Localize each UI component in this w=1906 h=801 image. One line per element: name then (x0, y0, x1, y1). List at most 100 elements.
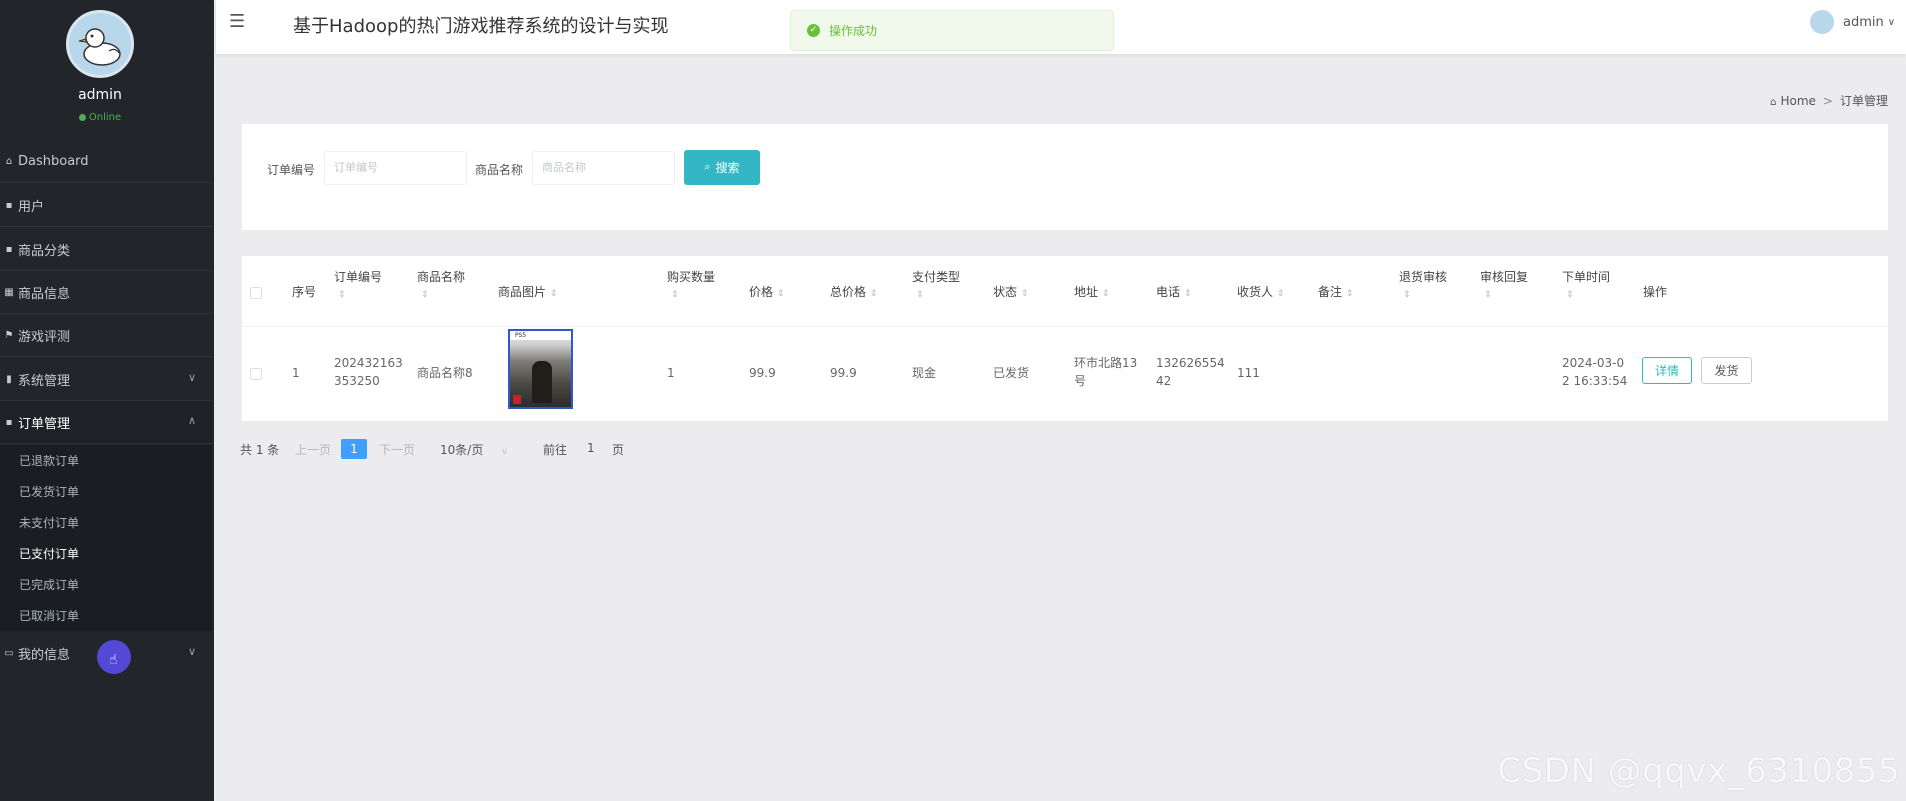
col-qty[interactable]: 购买数量 ⇕ (667, 268, 715, 304)
sidebar-sub-completed[interactable]: 已完成订单 (0, 569, 212, 600)
home-icon: ⌂ (1770, 97, 1777, 108)
success-toast: ✓ 操作成功 (790, 10, 1114, 51)
col-phone[interactable]: 电话 ⇕ (1156, 283, 1191, 303)
row-checkbox[interactable] (250, 368, 262, 380)
sort-icon: ⇕ (1276, 289, 1285, 299)
cell-status: 已发货 (993, 366, 1030, 380)
sidebar-item-products[interactable]: ▦ 商品信息 (0, 271, 212, 314)
col-audit-reply[interactable]: 审核回复 ⇕ (1480, 268, 1528, 304)
detail-button[interactable]: 详情 (1642, 357, 1692, 384)
sort-icon: ⇕ (549, 289, 558, 299)
cell-receiver: 111 (1237, 366, 1260, 380)
home-icon: ⌂ (5, 155, 13, 167)
check-circle-icon: ✓ (807, 24, 820, 37)
sort-icon: ⇕ (916, 290, 924, 300)
sidebar-username: admin (78, 87, 122, 103)
breadcrumb-home[interactable]: Home (1780, 94, 1815, 108)
sidebar-item-system[interactable]: ▮ 系统管理 ∨ (0, 358, 212, 401)
product-name-label: 商品名称 (475, 163, 524, 177)
app-title: 基于Hadoop的热门游戏推荐系统的设计与实现 (293, 16, 669, 37)
table-icon: ▦ (4, 286, 14, 298)
col-total[interactable]: 总价格 ⇕ (830, 283, 877, 303)
sort-icon: ⇕ (338, 290, 346, 300)
sort-icon: ⇕ (671, 290, 679, 300)
sort-icon: ⇕ (1020, 289, 1029, 299)
col-product-image[interactable]: 商品图片 ⇕ (498, 283, 557, 303)
select-all-checkbox[interactable] (250, 287, 262, 299)
sort-icon: ⇕ (1183, 289, 1192, 299)
user-avatar (1810, 10, 1834, 34)
rating-badge-icon (513, 395, 521, 404)
product-name-input[interactable] (532, 151, 675, 185)
online-dot-icon (78, 113, 86, 121)
orders-table: 序号 订单编号 ⇕ 商品名称 ⇕ 商品图片 ⇕ 购买数量 ⇕ 价格 ⇕ 总价格 ⇕ 支… (242, 256, 1888, 421)
top-header: ☰ 基于Hadoop的热门游戏推荐系统的设计与实现 ✓ 操作成功 admin ∨ (216, 0, 1906, 54)
grid-icon: ▪ (5, 243, 13, 255)
col-order-no[interactable]: 订单编号 ⇕ (334, 268, 382, 304)
prev-page-button[interactable]: 上一页 (295, 441, 331, 458)
cell-order-time: 2024-03-0 2 16:33:54 (1562, 356, 1628, 388)
sort-icon: ⇕ (1403, 290, 1411, 300)
sidebar-sub-refunded[interactable]: 已退款订单 (0, 445, 212, 476)
sidebar-item-dashboard[interactable]: ⌂ Dashboard (0, 140, 212, 183)
sort-icon: ⇕ (1566, 290, 1574, 300)
sidebar-sub-unpaid[interactable]: 未支付订单 (0, 507, 212, 538)
cell-qty: 1 (667, 366, 675, 380)
col-order-time[interactable]: 下单时间 ⇕ (1562, 268, 1610, 304)
sort-icon: ⇕ (776, 289, 785, 299)
order-no-input[interactable] (324, 151, 467, 185)
goto-page-input[interactable]: 1 (587, 441, 595, 455)
cell-order-no: 202432163 353250 (334, 356, 403, 388)
sidebar-item-reviews[interactable]: ⚑ 游戏评测 (0, 314, 212, 357)
col-price[interactable]: 价格 ⇕ (749, 283, 784, 303)
col-product-name[interactable]: 商品名称 ⇕ (417, 268, 465, 304)
sidebar-item-orders[interactable]: ▪ 订单管理 ∧ (0, 401, 212, 444)
cell-index: 1 (292, 366, 300, 380)
cell-pay-type: 现金 (912, 366, 937, 380)
menu-toggle-icon[interactable]: ☰ (229, 12, 249, 32)
next-page-button[interactable]: 下一页 (379, 441, 415, 458)
watermark: CSDN @qqvx_6310855 (1497, 751, 1900, 791)
col-receiver[interactable]: 收货人 ⇕ (1237, 283, 1284, 303)
col-remark[interactable]: 备注 ⇕ (1318, 283, 1353, 303)
chevron-down-icon: ∨ (1887, 16, 1896, 28)
cell-total: 99.9 (830, 366, 857, 380)
col-status[interactable]: 状态 ⇕ (993, 283, 1028, 303)
cursor-pointer-icon (97, 640, 131, 674)
ps5-badge: PS5 (510, 331, 571, 340)
chevron-down-icon: ∨ (187, 371, 196, 384)
sort-icon: ⇕ (869, 289, 878, 299)
breadcrumb-current: 订单管理 (1839, 94, 1888, 108)
flag-icon: ⚑ (4, 329, 14, 341)
sort-icon: ⇕ (421, 290, 429, 300)
sidebar-sub-shipped[interactable]: 已发货订单 (0, 476, 212, 507)
pagination-total: 共 1 条 (240, 443, 280, 457)
product-image[interactable]: PS5 (508, 329, 573, 409)
duck-avatar-icon (78, 28, 121, 66)
user-menu[interactable]: admin ∨ (1810, 10, 1906, 34)
goto-label: 前往 (543, 443, 568, 457)
cell-address: 环市北路13 号 (1074, 356, 1138, 388)
sort-icon: ⇕ (1484, 290, 1492, 300)
search-button[interactable]: ⌕ 搜索 (684, 150, 760, 185)
col-refund-audit[interactable]: 退货审核 ⇕ (1399, 268, 1447, 304)
online-status: Online (0, 112, 200, 123)
sort-icon: ⇕ (1345, 289, 1354, 299)
ship-button[interactable]: 发货 (1701, 357, 1752, 384)
col-address[interactable]: 地址 ⇕ (1074, 283, 1109, 303)
sidebar-sub-cancelled[interactable]: 已取消订单 (0, 600, 212, 631)
cell-product-name: 商品名称8 (417, 366, 473, 380)
search-icon: ⌕ (704, 161, 711, 173)
page-1-button[interactable]: 1 (341, 439, 367, 459)
grid-icon: ▪ (5, 416, 13, 428)
bar-chart-icon: ▮ (6, 373, 12, 385)
col-pay-type[interactable]: 支付类型 ⇕ (912, 268, 960, 304)
page-size-select[interactable]: 10条/页 ∨ (440, 441, 508, 458)
card-icon: ▭ (4, 648, 14, 659)
cell-phone: 132626554 42 (1156, 356, 1225, 388)
sort-icon: ⇕ (1101, 289, 1110, 299)
cell-price: 99.9 (749, 366, 776, 380)
sidebar-item-category[interactable]: ▪ 商品分类 (0, 228, 212, 271)
sidebar-sub-paid[interactable]: 已支付订单 (0, 538, 212, 569)
sidebar-item-users[interactable]: ▪ 用户 (0, 184, 212, 227)
